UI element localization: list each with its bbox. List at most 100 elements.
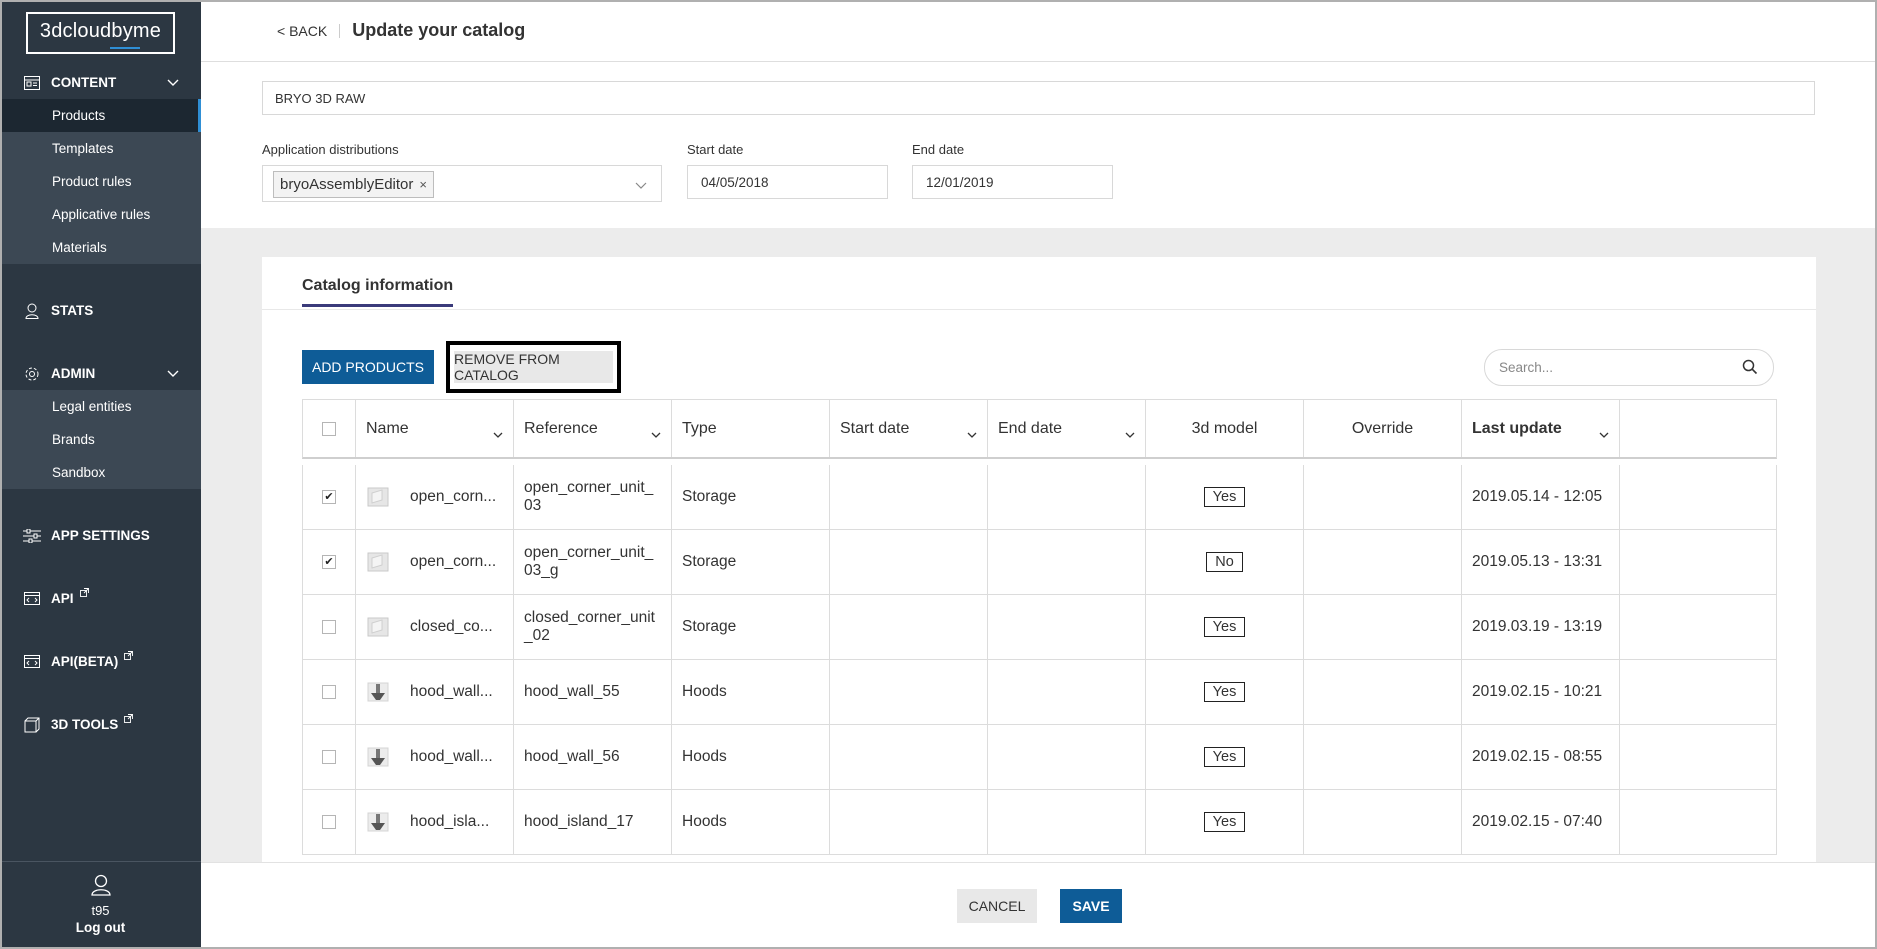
cell-last-update: 2019.05.14 - 12:05 — [1462, 465, 1620, 529]
column-header-override-label: Override — [1351, 419, 1414, 437]
row-checkbox[interactable]: ✔ — [322, 490, 336, 504]
cell-start-date — [830, 660, 988, 724]
table-row[interactable]: hood_isla... hood_island_17 Hoods Yes 2019.0… — [302, 790, 1777, 855]
cell-override — [1304, 465, 1462, 529]
sidebar-item-product-rules[interactable]: Product rules — [0, 165, 201, 198]
distribution-tag-label: bryoAssemblyEditor — [280, 176, 414, 193]
cell-3d-model: Yes — [1146, 465, 1304, 529]
row-checkbox[interactable]: ✔ — [322, 555, 336, 569]
search-input[interactable] — [1484, 349, 1774, 386]
remove-from-catalog-button[interactable]: REMOVE FROM CATALOG — [454, 351, 613, 383]
column-header-name[interactable]: Name — [356, 400, 514, 457]
nav-section-3d-tools[interactable]: 3D TOOLS — [0, 708, 201, 741]
tab-catalog-information[interactable]: Catalog information — [302, 277, 454, 307]
nav-section-content[interactable]: CONTENT — [0, 66, 201, 99]
sidebar-item-legal-entities[interactable]: Legal entities — [0, 390, 201, 423]
sidebar-item-applicative-rules[interactable]: Applicative rules — [0, 198, 201, 231]
cell-override — [1304, 595, 1462, 659]
cell-reference: open_corner_unit_03_g — [514, 530, 672, 594]
cell-reference: hood_wall_56 — [514, 725, 672, 789]
distributions-select[interactable]: bryoAssemblyEditor × — [262, 165, 662, 202]
cell-start-date — [830, 530, 988, 594]
column-header-3d-model[interactable]: 3d model — [1146, 400, 1304, 457]
cube-icon — [22, 716, 42, 734]
row-select-cell: ✔ — [303, 465, 356, 529]
column-header-type[interactable]: Type — [672, 400, 830, 457]
cell-type: Storage — [672, 530, 830, 594]
column-header-last-update-label: Last update — [1472, 419, 1562, 437]
product-thumbnail-icon — [367, 617, 389, 637]
table-row[interactable]: closed_co... closed_corner_unit_02 Storage… — [302, 595, 1777, 660]
product-name: open_corn... — [410, 488, 497, 505]
column-header-last-update[interactable]: Last update — [1462, 400, 1620, 457]
table-row[interactable]: ✔ open_corn... open_corner_unit_03_g Storag… — [302, 530, 1777, 595]
sidebar-item-sandbox[interactable]: Sandbox — [0, 456, 201, 489]
product-thumbnail-icon — [367, 747, 389, 767]
content-icon — [22, 74, 42, 92]
search-icon[interactable] — [1742, 359, 1758, 380]
save-button[interactable]: SAVE — [1060, 889, 1122, 923]
column-header-end-date-label: End date — [998, 419, 1063, 437]
cell-last-update: 2019.02.15 - 07:40 — [1462, 790, 1620, 854]
row-checkbox[interactable] — [322, 750, 336, 764]
tag-remove-icon[interactable]: × — [419, 177, 427, 192]
product-reference: hood_wall_56 — [524, 748, 620, 765]
column-header-reference[interactable]: Reference — [514, 400, 672, 457]
nav-section-api-beta[interactable]: API(BETA) — [0, 645, 201, 678]
model-status-badge: Yes — [1203, 812, 1246, 832]
column-header-end-date[interactable]: End date — [988, 400, 1146, 457]
cell-spacer — [1620, 790, 1776, 854]
cell-reference: hood_island_17 — [514, 790, 672, 854]
logout-link[interactable]: Log out — [0, 920, 201, 935]
sidebar-item-templates[interactable]: Templates — [0, 132, 201, 165]
back-link[interactable]: < BACK — [277, 23, 327, 39]
logo-text: 3dcloudbyme — [39, 20, 162, 42]
start-date-label: Start date — [687, 142, 744, 157]
chevron-down-icon — [1125, 426, 1135, 444]
content-submenu: Products Templates Product rules Applica… — [0, 99, 201, 264]
catalog-card: Catalog information ADD PRODUCTS REMOVE … — [262, 257, 1816, 862]
sidebar-item-materials[interactable]: Materials — [0, 231, 201, 264]
start-date-input[interactable] — [687, 165, 888, 199]
cell-name: open_corn... — [356, 530, 514, 594]
cell-3d-model: Yes — [1146, 725, 1304, 789]
select-all-checkbox[interactable] — [322, 421, 336, 436]
product-last-update: 2019.02.15 - 07:40 — [1472, 813, 1603, 830]
cell-override — [1304, 725, 1462, 789]
nav-section-app-settings[interactable]: APP SETTINGS — [0, 519, 201, 552]
cell-last-update: 2019.03.19 - 13:19 — [1462, 595, 1620, 659]
external-link-icon — [79, 587, 89, 600]
sidebar-item-products[interactable]: Products — [0, 99, 201, 132]
product-type: Hoods — [682, 683, 727, 700]
chevron-down-icon — [167, 75, 179, 90]
add-products-button[interactable]: ADD PRODUCTS — [302, 350, 434, 384]
cell-end-date — [988, 790, 1146, 854]
row-checkbox[interactable] — [322, 815, 336, 829]
table-row[interactable]: hood_wall... hood_wall_55 Hoods Yes 2019.02.… — [302, 660, 1777, 725]
row-checkbox[interactable] — [322, 620, 336, 634]
sidebar-item-brands[interactable]: Brands — [0, 423, 201, 456]
nav-section-api[interactable]: API — [0, 582, 201, 615]
product-last-update: 2019.02.15 - 10:21 — [1472, 683, 1603, 700]
cell-name: hood_wall... — [356, 660, 514, 724]
nav-section-stats[interactable]: STATS — [0, 294, 201, 327]
chevron-down-icon — [493, 426, 503, 444]
column-header-start-date[interactable]: Start date — [830, 400, 988, 457]
cell-last-update: 2019.02.15 - 10:21 — [1462, 660, 1620, 724]
cell-start-date — [830, 790, 988, 854]
cell-override — [1304, 530, 1462, 594]
admin-submenu: Legal entities Brands Sandbox — [0, 390, 201, 489]
chevron-down-icon — [167, 366, 179, 381]
nav-section-admin[interactable]: ADMIN — [0, 357, 201, 390]
app-logo[interactable]: 3dcloudbyme — [25, 12, 176, 54]
page-title: Update your catalog — [352, 20, 526, 40]
cancel-button[interactable]: CANCEL — [957, 889, 1037, 923]
row-checkbox[interactable] — [322, 685, 336, 699]
end-date-input[interactable] — [912, 165, 1113, 199]
table-row[interactable]: ✔ open_corn... open_corner_unit_03 Storage Y… — [302, 465, 1777, 530]
chevron-down-icon[interactable] — [635, 177, 647, 195]
column-header-override[interactable]: Override — [1304, 400, 1462, 457]
table-row[interactable]: hood_wall... hood_wall_56 Hoods Yes 2019.02.… — [302, 725, 1777, 790]
cell-spacer — [1620, 465, 1776, 529]
catalog-name-input[interactable] — [262, 81, 1815, 115]
